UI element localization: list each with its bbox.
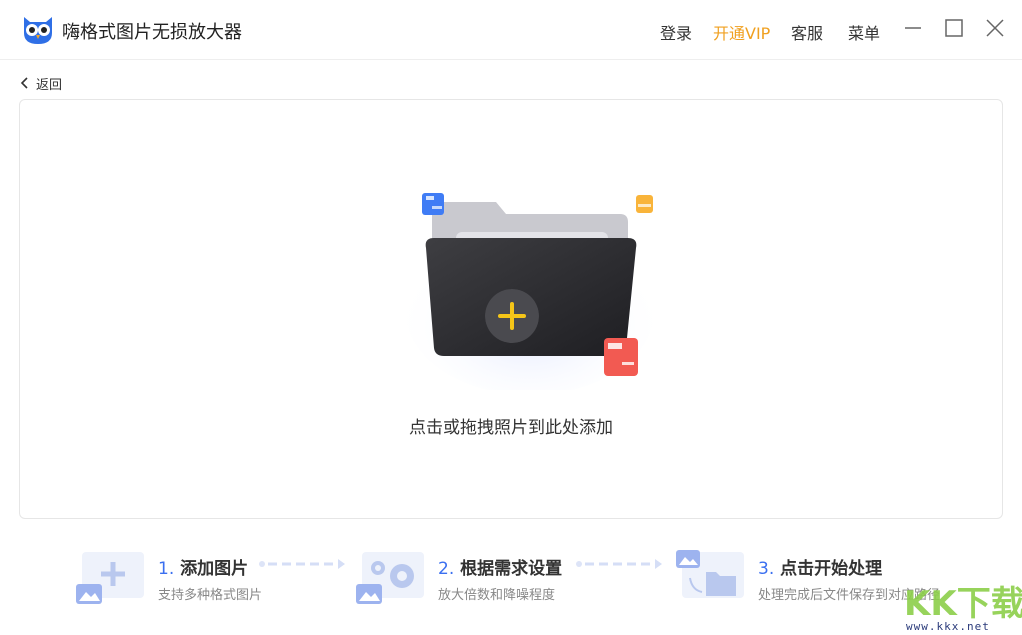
app-title: 嗨格式图片无损放大器	[62, 22, 242, 43]
add-image-step-icon	[76, 552, 144, 604]
close-icon[interactable]	[983, 16, 1007, 40]
drop-hint-text: 点击或拖拽照片到此处添加	[409, 418, 613, 438]
step-title: 3. 点击开始处理	[758, 559, 883, 579]
step-description: 放大倍数和降噪程度	[438, 588, 556, 603]
owl-logo-icon	[24, 17, 52, 44]
open-vip-link[interactable]: 开通VIP	[713, 20, 770, 44]
step-add-image: 1. 添加图片 支持多种格式图片	[76, 548, 266, 608]
svg-text:KK下载: KK下载	[904, 584, 1022, 624]
step-title: 2. 根据需求设置	[438, 559, 563, 579]
dashed-arrow-icon	[576, 559, 662, 569]
process-folder-step-icon	[676, 550, 744, 598]
minimize-icon[interactable]	[901, 16, 925, 40]
title-bar: 嗨格式图片无损放大器 登录 开通VIP 客服 菜单	[0, 0, 1022, 60]
maximize-icon[interactable]	[942, 16, 966, 40]
chevron-left-icon	[20, 77, 28, 89]
image-drop-zone[interactable]: 点击或拖拽照片到此处添加	[19, 99, 1003, 519]
back-label: 返回	[36, 77, 63, 93]
step-settings: 2. 根据需求设置 放大倍数和降噪程度	[356, 548, 576, 608]
settings-gear-step-icon	[356, 552, 424, 604]
customer-service-link[interactable]: 客服	[791, 20, 823, 44]
folder-illustration-icon	[405, 193, 655, 390]
back-button[interactable]: 返回	[20, 74, 63, 93]
dashed-arrow-icon	[259, 559, 345, 569]
step-description: 支持多种格式图片	[158, 588, 263, 603]
watermark-url: www.kkx.net	[906, 620, 990, 633]
add-image-plus-icon[interactable]	[485, 289, 539, 343]
login-link[interactable]: 登录	[660, 20, 692, 44]
menu-link[interactable]: 菜单	[848, 20, 880, 44]
step-title: 1. 添加图片	[158, 559, 249, 579]
